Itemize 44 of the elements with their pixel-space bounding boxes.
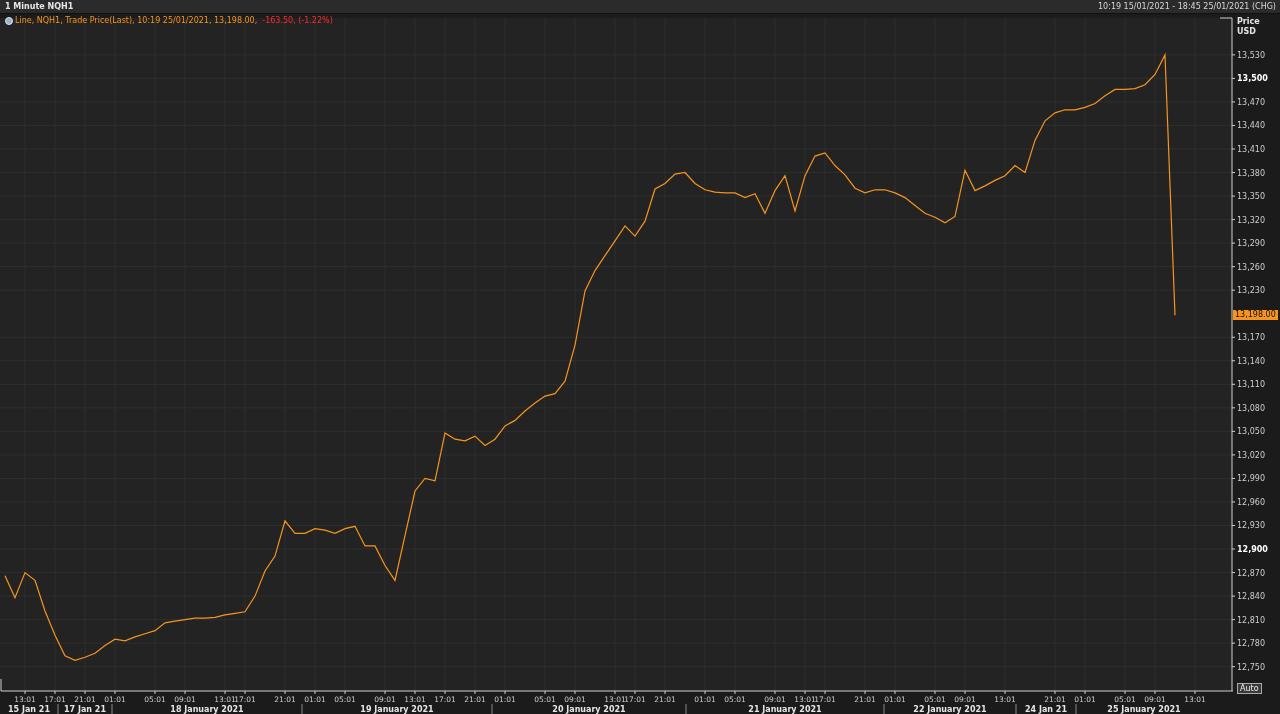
y-tick-label: 12,750 (1237, 662, 1265, 672)
y-tick-label: 13,530 (1237, 50, 1265, 60)
y-tick-label: 13,500 (1237, 74, 1268, 84)
y-tick-label: 13,050 (1237, 427, 1265, 437)
price-change: -163.50, (-1.22%) (262, 16, 333, 25)
axis-unit: USD (1237, 27, 1256, 36)
date-label: 18 January 2021 (170, 705, 244, 714)
y-tick-label: 13,470 (1237, 97, 1265, 107)
y-tick-label: 13,260 (1237, 262, 1265, 272)
date-label: 19 January 2021 (360, 705, 434, 714)
y-tick-label: 12,780 (1237, 639, 1265, 649)
y-tick-label: 13,320 (1237, 215, 1265, 225)
date-label: 24 Jan 21 (1025, 705, 1067, 714)
y-tick-label: 13,290 (1237, 239, 1265, 249)
y-tick-label: 13,140 (1237, 356, 1265, 366)
axis-title: Price (1237, 17, 1260, 26)
date-label: 20 January 2021 (552, 705, 626, 714)
legend-text: Line, NQH1, Trade Price(Last), 10:19 25/01/2021, 13,198.00, (15, 16, 258, 25)
y-tick-label: 13,170 (1237, 333, 1265, 343)
y-tick-label: 12,960 (1237, 497, 1265, 507)
y-tick-label: 12,810 (1237, 615, 1265, 625)
y-tick-label: 13,230 (1237, 286, 1265, 296)
y-tick-label: 12,870 (1237, 568, 1265, 578)
status-icon (5, 16, 13, 25)
y-tick-label: 12,840 (1237, 592, 1265, 602)
date-label: 21 January 2021 (748, 705, 822, 714)
y-tick-label: 13,080 (1237, 403, 1265, 413)
y-tick-label: 13,350 (1237, 192, 1265, 202)
date-label: 17 Jan 21 (64, 705, 106, 714)
date-label: 15 Jan 21 (8, 705, 50, 714)
y-tick-label: 12,930 (1237, 521, 1265, 531)
y-tick-label: 13,020 (1237, 450, 1265, 460)
last-price-label: 13,198.00 (1233, 310, 1278, 321)
y-tick-label: 13,410 (1237, 145, 1265, 154)
window-title: 1 Minute NQH1 (5, 2, 74, 11)
auto-scale-button[interactable]: Auto (1237, 683, 1262, 694)
y-tick-label: 12,990 (1237, 474, 1265, 484)
y-tick-label: 13,380 (1237, 168, 1265, 178)
y-tick-label: 13,110 (1237, 380, 1265, 390)
date-label: 22 January 2021 (913, 705, 987, 714)
y-tick-label: 13,440 (1237, 121, 1265, 131)
date-range: 10:19 15/01/2021 - 18:45 25/01/2021 (CHG) (1098, 2, 1276, 11)
y-tick-label: 12,900 (1237, 545, 1268, 555)
date-label: 25 January 2021 (1107, 705, 1181, 714)
